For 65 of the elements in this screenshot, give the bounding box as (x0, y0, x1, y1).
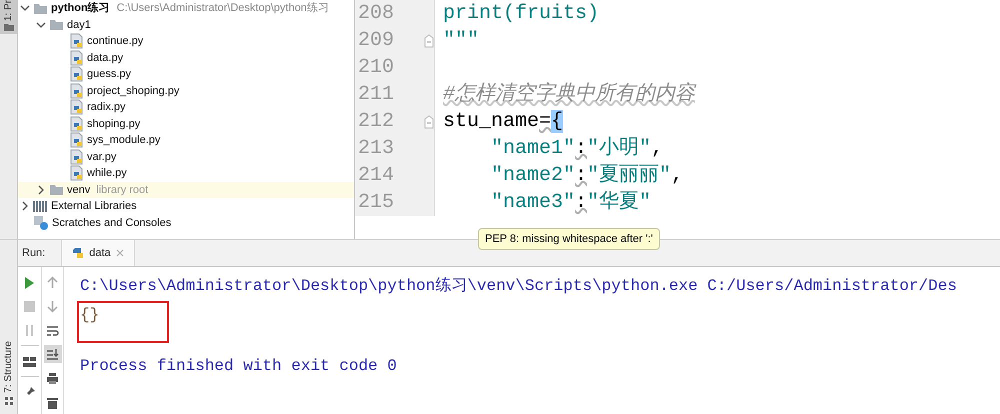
tree-item[interactable]: day1 (18, 16, 354, 33)
tree-item[interactable]: python练习 C:\Users\Administrator\Desktop\python练习 (18, 0, 354, 16)
code-line: "name1":"小明", (490, 136, 664, 162)
layout-icon (23, 354, 36, 368)
line-number: 212 (357, 108, 394, 134)
line-number: 211 (357, 82, 394, 108)
close-icon (116, 249, 124, 257)
python-file-icon (69, 116, 84, 132)
line-number: 210 (357, 54, 394, 80)
code-line: """ (442, 28, 480, 54)
library-icon (33, 199, 48, 214)
panel-label: Run: (21, 246, 46, 261)
line-number: 214 (357, 162, 394, 188)
tree-item[interactable]: project_shoping.py (18, 82, 354, 99)
tree-item[interactable]: var.py (18, 148, 354, 165)
folder-icon (2, 21, 14, 32)
line-number: 215 (357, 190, 394, 216)
pause-icon (23, 324, 36, 336)
tree-item[interactable]: guess.py (18, 66, 354, 82)
code-line: "name2":"夏丽丽", (490, 162, 684, 188)
stop-icon (23, 300, 36, 312)
code-line: stu_name={ (442, 108, 564, 134)
scroll-to-end-button[interactable] (44, 345, 62, 363)
print-icon (46, 372, 59, 384)
python-file-icon (69, 132, 84, 148)
tree-item[interactable]: data.py (18, 50, 354, 66)
console-line: Process finished with exit code 0 (80, 356, 397, 377)
folder-icon (33, 2, 48, 15)
code-line: print(fruits) (442, 0, 600, 26)
tree-item[interactable]: Scratches and Consoles (18, 214, 354, 231)
tree-item[interactable]: while.py (18, 165, 354, 182)
python-file-icon (69, 50, 84, 66)
line-number: 208 (357, 0, 394, 26)
run-icon (23, 276, 36, 288)
folder-icon (49, 183, 64, 196)
folder-icon (49, 18, 64, 32)
code-line: "name3":"华夏" (490, 190, 652, 216)
console-line: C:\Users\Administrator\Desktop\python练习\venv\Scripts\python.exe C:/Users/Administrator/Des (80, 276, 957, 297)
line-number: 213 (357, 136, 394, 162)
run-tab[interactable]: data (61, 240, 135, 266)
trash-icon (46, 396, 59, 408)
python-file-icon (69, 82, 84, 99)
tree-item[interactable]: venv library root (18, 182, 354, 198)
structure-icon (4, 396, 14, 406)
code-line: #怎样清空字典中所有的内容 (442, 81, 696, 108)
soft-wrap-icon (46, 324, 59, 336)
tool-window-tab[interactable]: 1: Pr (0, 0, 17, 34)
scroll-to-end-icon (46, 348, 59, 360)
down-arrow-icon (46, 300, 59, 312)
scratches-icon (33, 214, 49, 231)
line-number: 209 (357, 28, 394, 54)
tree-item[interactable]: shoping.py (18, 116, 354, 132)
python-icon (72, 247, 84, 259)
tree-item[interactable]: External Libraries (18, 198, 354, 214)
python-file-icon (69, 148, 84, 165)
python-file-icon (69, 33, 84, 50)
console-line: {} (80, 305, 100, 326)
python-file-icon (69, 99, 84, 116)
tooltip: PEP 8: missing whitespace after ':' (478, 228, 660, 250)
tree-item[interactable]: sys_module.py (18, 132, 354, 148)
tree-item[interactable]: continue.py (18, 33, 354, 50)
python-file-icon (69, 66, 84, 82)
python-file-icon (69, 165, 84, 182)
tree-item[interactable]: radix.py (18, 99, 354, 116)
up-arrow-icon (46, 276, 59, 288)
